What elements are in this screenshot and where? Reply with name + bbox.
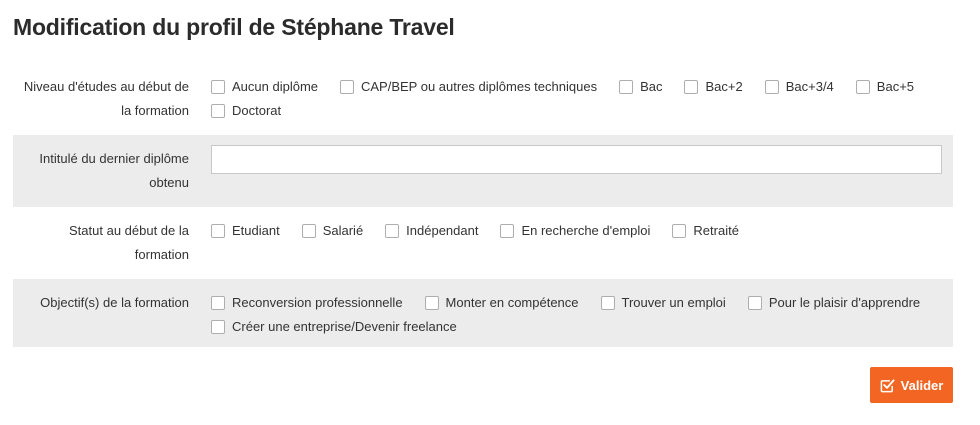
checkbox[interactable] [340, 80, 354, 94]
objective-option-trouver-emploi[interactable]: Trouver un emploi [600, 291, 726, 315]
education-option-cap-bep[interactable]: CAP/BEP ou autres diplômes techniques [340, 75, 597, 99]
status-option-independant[interactable]: Indépendant [385, 219, 478, 243]
check-square-icon [880, 378, 895, 393]
education-level-label: Niveau d'études au début de la formation [23, 79, 189, 118]
status-row: Statut au début de la formation Etudiant… [13, 207, 953, 279]
objectives-options: Reconversion professionnelle Monter en c… [211, 291, 945, 339]
education-option-bac-3-4[interactable]: Bac+3/4 [764, 75, 834, 99]
status-option-recherche-emploi[interactable]: En recherche d'emploi [500, 219, 650, 243]
education-option-bac-2[interactable]: Bac+2 [684, 75, 743, 99]
checkbox[interactable] [424, 296, 439, 310]
status-options: Etudiant Salarié Indépendant En recherch… [211, 219, 945, 243]
education-level-row: Niveau d'études au début de la formation… [13, 72, 953, 128]
page-title: Modification du profil de Stéphane Trave… [13, 14, 455, 40]
checkbox[interactable] [600, 296, 615, 310]
checkbox[interactable] [619, 80, 634, 94]
checkbox[interactable] [855, 80, 870, 94]
checkbox[interactable] [211, 320, 225, 334]
checkbox[interactable] [385, 224, 400, 238]
checkbox[interactable] [211, 104, 225, 118]
education-option-bac[interactable]: Bac [619, 75, 662, 99]
validate-button-label: Valider [900, 377, 944, 393]
validate-button[interactable]: Valider [870, 367, 953, 403]
checkbox[interactable] [211, 296, 225, 310]
education-option-bac-5[interactable]: Bac+5 [855, 75, 914, 99]
status-option-retraite[interactable]: Retraité [672, 219, 739, 243]
checkbox[interactable] [211, 80, 225, 94]
checkbox[interactable] [211, 224, 225, 238]
education-option-aucun-diplome[interactable]: Aucun diplôme [211, 75, 318, 99]
last-diploma-row: Intitulé du dernier diplôme obtenu [13, 135, 953, 207]
education-option-doctorat[interactable]: Doctorat [211, 99, 281, 123]
education-level-options: Aucun diplôme CAP/BEP ou autres diplômes… [211, 75, 945, 123]
checkbox[interactable] [301, 224, 316, 238]
last-diploma-input[interactable] [211, 145, 942, 174]
status-option-salarie[interactable]: Salarié [301, 219, 363, 243]
objective-option-plaisir-apprendre[interactable]: Pour le plaisir d'apprendre [747, 291, 920, 315]
objective-option-reconversion[interactable]: Reconversion professionnelle [211, 291, 403, 315]
objectives-row: Objectif(s) de la formation Reconversion… [13, 279, 953, 347]
status-label: Statut au début de la formation [69, 223, 189, 262]
objective-option-creer-entreprise[interactable]: Créer une entreprise/Devenir freelance [211, 315, 457, 339]
objectives-label: Objectif(s) de la formation [40, 295, 189, 310]
checkbox[interactable] [672, 224, 687, 238]
objective-option-monter-competence[interactable]: Monter en compétence [424, 291, 579, 315]
checkbox[interactable] [764, 80, 779, 94]
checkbox[interactable] [747, 296, 762, 310]
checkbox[interactable] [500, 224, 515, 238]
checkbox[interactable] [684, 80, 699, 94]
last-diploma-label: Intitulé du dernier diplôme obtenu [39, 151, 189, 190]
status-option-etudiant[interactable]: Etudiant [211, 219, 280, 243]
